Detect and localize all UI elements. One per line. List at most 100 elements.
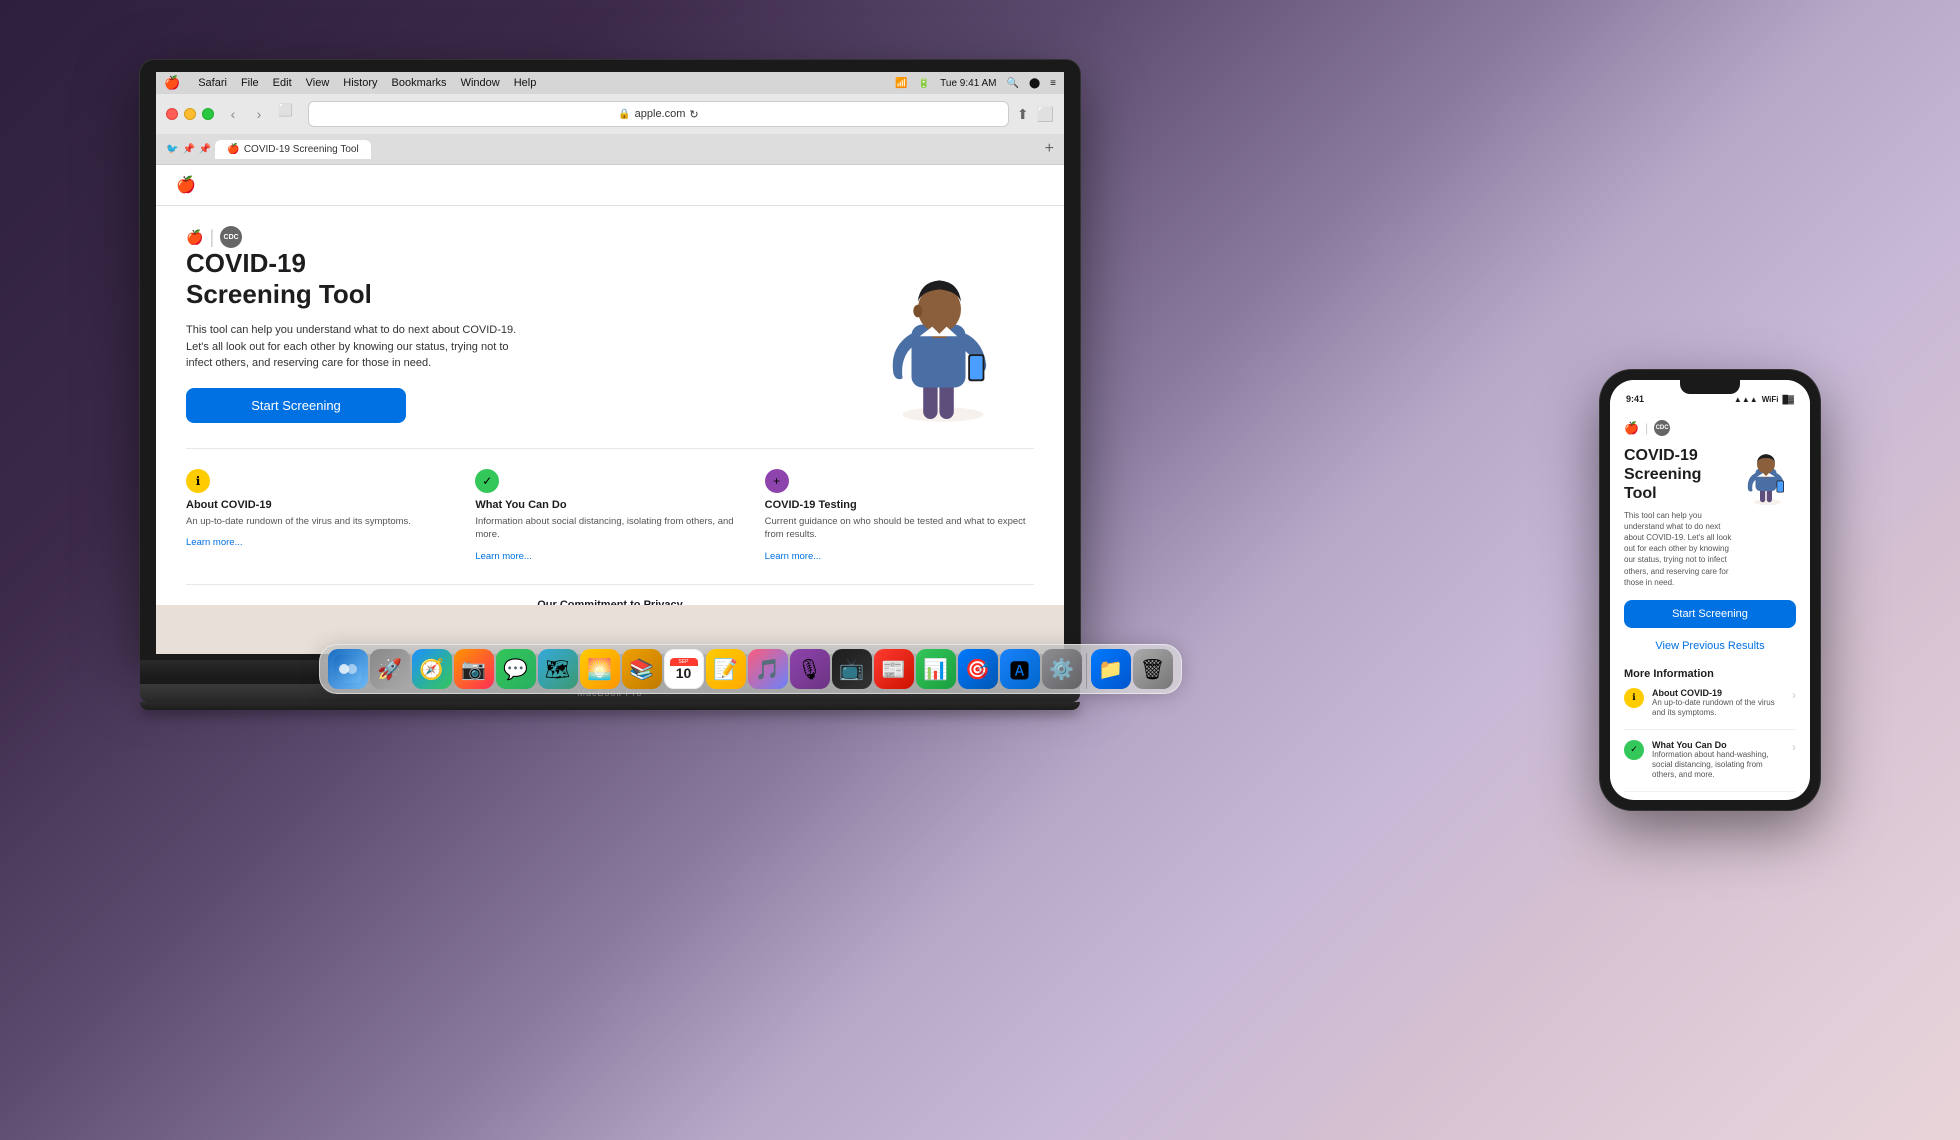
scene: 🍎 Safari File Edit View History Bookmark… [0, 0, 1960, 1140]
forward-button[interactable]: › [248, 103, 270, 125]
iphone-time: 9:41 [1626, 394, 1644, 404]
window-menu[interactable]: Window [461, 77, 500, 89]
siri-icon[interactable]: ⬤ [1029, 78, 1040, 89]
time-display: Tue 9:41 AM [940, 78, 996, 89]
iphone-screen: 9:41 ▲▲▲ WiFi █▓ 🍎 | CDC [1610, 380, 1810, 800]
dock-icon-finder[interactable] [328, 649, 368, 689]
safari-right-icons: ⬆ ⬜ [1017, 106, 1054, 123]
dock-icon-safari[interactable]: 🧭 [412, 649, 452, 689]
iphone-notch [1680, 380, 1740, 394]
privacy-title: Our Commitment to Privacy [186, 599, 1034, 605]
dock-icon-calendar[interactable]: SEP 10 [664, 649, 704, 689]
dock: 🚀 🧭 📷 💬 🗺 🌅 📚 SEP 10 📝 🎵 🎙 📺 📰 [280, 644, 1220, 694]
dock-icon-photos-lib[interactable]: 🌅 [580, 649, 620, 689]
apple-menu-icon[interactable]: 🍎 [164, 75, 180, 91]
safari-tabs-bar: 🐦 📌 📌 🍎 COVID-19 Screening Tool + [156, 134, 1064, 164]
covid-tool-content: 🍎 | CDC COVID-19Screening Tool This tool… [156, 206, 1064, 605]
edit-menu[interactable]: Edit [273, 77, 292, 89]
new-tab-button[interactable]: + [1045, 140, 1054, 158]
reload-icon[interactable]: ↻ [689, 108, 698, 121]
iphone-info-about-covid[interactable]: ℹ About COVID-19 An up-to-date rundown o… [1624, 688, 1796, 730]
search-icon[interactable]: 🔍 [1007, 78, 1019, 89]
dock-icon-podcasts[interactable]: 🎙 [790, 649, 830, 689]
dock-icon-keynote[interactable]: 🎯 [958, 649, 998, 689]
dock-icon-files[interactable]: 📁 [1091, 649, 1131, 689]
macbook-feet [140, 702, 1080, 710]
dock-icon-music[interactable]: 🎵 [748, 649, 788, 689]
dock-icon-trash[interactable]: 🗑 [1133, 649, 1173, 689]
dock-icon-books[interactable]: 📚 [622, 649, 662, 689]
close-button[interactable] [166, 108, 178, 120]
iphone-covid-title: About COVID-19 [1652, 688, 1784, 698]
menubar: 🍎 Safari File Edit View History Bookmark… [156, 72, 1064, 94]
dock-icon-news[interactable]: 📰 [874, 649, 914, 689]
view-menu[interactable]: View [306, 77, 330, 89]
file-menu[interactable]: File [241, 77, 259, 89]
menubar-right: 📶 🔋 Tue 9:41 AM 🔍 ⬤ ≡ [895, 78, 1056, 89]
macbook: 🍎 Safari File Edit View History Bookmark… [140, 60, 1080, 710]
tabs-icon[interactable]: ⬜ [1037, 106, 1054, 123]
safari-nav: ‹ › [222, 103, 270, 125]
iphone-status-right: ▲▲▲ WiFi █▓ [1734, 395, 1794, 404]
iphone-view-previous-button[interactable]: View Previous Results [1624, 636, 1796, 656]
share-icon[interactable]: ⬆ [1017, 106, 1029, 123]
other-bookmark[interactable]: 📌 [199, 144, 211, 155]
testing-link[interactable]: Learn more... [765, 551, 822, 562]
back-button[interactable]: ‹ [222, 103, 244, 125]
what-can-do-link[interactable]: Learn more... [475, 551, 532, 562]
hero-section: COVID-19Screening Tool This tool can hel… [186, 248, 1034, 428]
iphone-covid-chevron: › [1792, 688, 1796, 702]
dock-icon-launchpad[interactable]: 🚀 [370, 649, 410, 689]
what-can-do-title: What You Can Do [475, 499, 744, 511]
dock-icon-settings[interactable]: ⚙️ [1042, 649, 1082, 689]
history-menu[interactable]: History [343, 77, 377, 89]
maximize-button[interactable] [202, 108, 214, 120]
apple-logo-tool: 🍎 [186, 229, 203, 246]
hero-description: This tool can help you understand what t… [186, 322, 526, 372]
bookmarks-menu[interactable]: Bookmarks [392, 77, 447, 89]
twitter-bookmark[interactable]: 🐦 [166, 144, 178, 155]
iphone-logos: 🍎 | CDC [1624, 420, 1796, 436]
battery-icon: 🔋 [918, 78, 930, 89]
info-item-covid: ℹ About COVID-19 An up-to-date rundown o… [186, 469, 455, 564]
traffic-lights [166, 108, 214, 120]
iphone-start-screening-button[interactable]: Start Screening [1624, 600, 1796, 628]
iphone-info-what-can-do[interactable]: ✓ What You Can Do Information about hand… [1624, 740, 1796, 792]
lock-icon: 🔒 [618, 109, 630, 120]
apple-tab-icon: 🍎 [227, 144, 239, 155]
iphone-body: 9:41 ▲▲▲ WiFi █▓ 🍎 | CDC [1600, 370, 1820, 810]
dock-icon-messages[interactable]: 💬 [496, 649, 536, 689]
iphone: 9:41 ▲▲▲ WiFi █▓ 🍎 | CDC [1600, 370, 1820, 810]
testing-desc: Current guidance on who should be tested… [765, 515, 1034, 542]
hero-title: COVID-19Screening Tool [186, 248, 526, 310]
iphone-what-title: What You Can Do [1652, 740, 1784, 750]
iphone-more-info-title: More Information [1624, 668, 1796, 680]
wifi-icon: 📶 [895, 78, 907, 89]
iphone-hero-text: COVID-19Screening Tool This tool can hel… [1624, 446, 1736, 588]
dock-icon-numbers[interactable]: 📊 [916, 649, 956, 689]
about-covid-desc: An up-to-date rundown of the virus and i… [186, 515, 455, 528]
minimize-button[interactable] [184, 108, 196, 120]
active-tab[interactable]: 🍎 COVID-19 Screening Tool [215, 140, 370, 159]
info-item-what: ✓ What You Can Do Information about soci… [475, 469, 744, 564]
macbook-display: ‹ › ⬜ 🔒 apple.com ↻ ⬆ ⬜ [156, 94, 1064, 654]
iphone-person-illustration [1736, 446, 1796, 506]
address-bar[interactable]: 🔒 apple.com ↻ [308, 101, 1009, 127]
iphone-hero-section: COVID-19Screening Tool This tool can hel… [1624, 446, 1796, 588]
control-center-icon[interactable]: ≡ [1050, 78, 1056, 89]
iphone-apple-logo: 🍎 [1624, 421, 1639, 435]
dock-icon-maps[interactable]: 🗺 [538, 649, 578, 689]
dock-icon-tv[interactable]: 📺 [832, 649, 872, 689]
about-covid-link[interactable]: Learn more... [186, 537, 243, 548]
dock-icon-notes[interactable]: 📝 [706, 649, 746, 689]
help-menu[interactable]: Help [514, 77, 537, 89]
tab-title: COVID-19 Screening Tool [244, 144, 359, 155]
pinterest-bookmark[interactable]: 📌 [182, 144, 194, 155]
covid-icon: ℹ [186, 469, 210, 493]
start-screening-button[interactable]: Start Screening [186, 388, 406, 423]
dock-icon-appstore[interactable]: 🅰 [1000, 649, 1040, 689]
safari-menu[interactable]: Safari [198, 77, 227, 89]
dock-icon-photos-app[interactable]: 📷 [454, 649, 494, 689]
hero-illustration [834, 248, 1034, 428]
sidebar-button[interactable]: ⬜ [278, 103, 300, 125]
